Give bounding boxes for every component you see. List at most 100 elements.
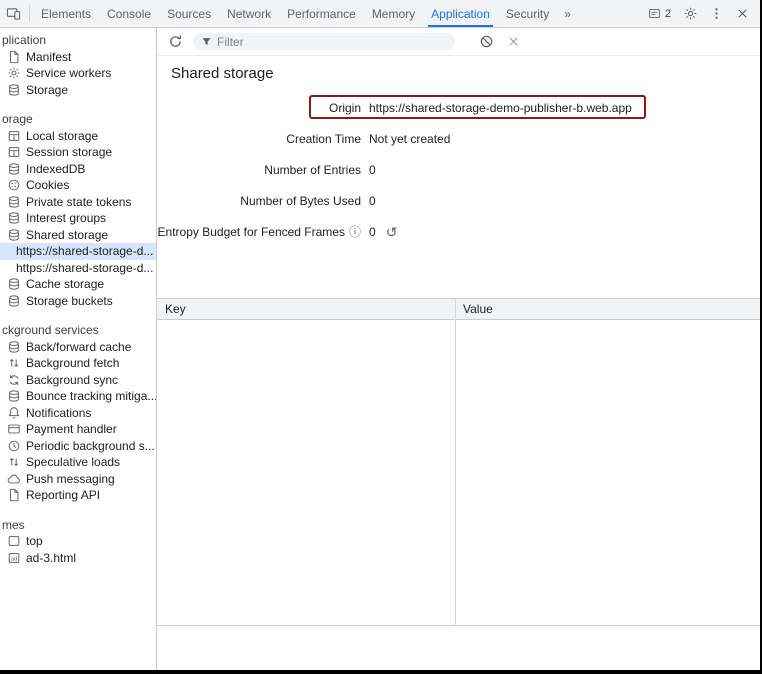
field-label: Creation Time [157,132,361,146]
info-icon[interactable]: ⓘ [349,226,361,238]
filter-input[interactable] [217,35,447,49]
sidebar-item-label: Speculative loads [26,455,120,469]
gear-icon [683,6,698,21]
sidebar-item-label: Shared storage [26,228,108,242]
sidebar-item-label: Manifest [26,50,71,64]
sidebar-item-https-shared-storage-d[interactable]: https://shared-storage-d... [0,260,156,277]
column-header-key[interactable]: Key [157,302,455,316]
devtools-tabbar: ElementsConsoleSourcesNetworkPerformance… [0,0,760,28]
tab-sources[interactable]: Sources [159,0,219,27]
sidebar-item-label: Cache storage [26,277,104,291]
field-value: 0 [369,194,760,208]
toolbar-separator [29,5,30,22]
speculative-loads-icon [7,455,21,469]
sidebar-item-ad-3-html[interactable]: adad-3.html [0,550,156,567]
sidebar-item-label: Reporting API [26,488,100,502]
field-row-origin: Originhttps://shared-storage-demo-publis… [157,92,760,123]
sidebar-item-speculative-loads[interactable]: Speculative loads [0,454,156,471]
sidebar-item-indexeddb[interactable]: IndexedDB [0,161,156,178]
tab-performance[interactable]: Performance [279,0,364,27]
column-header-value[interactable]: Value [455,302,760,316]
shared-storage-panel: Shared storage Originhttps://shared-stor… [157,28,760,670]
menu-button[interactable] [703,6,729,21]
page-title: Shared storage [171,65,274,82]
column-divider[interactable] [455,299,456,625]
clear-icon [506,34,521,49]
toggle-device-toolbar-button[interactable] [0,0,26,27]
sidebar-item-payment-handler[interactable]: Payment handler [0,421,156,438]
tab-network[interactable]: Network [219,0,279,27]
sync-icon [7,373,21,387]
database-icon [7,228,21,242]
sidebar-item-cookies[interactable]: Cookies [0,177,156,194]
database-icon [7,211,21,225]
cloud-icon [7,472,21,486]
sidebar-item-interest-groups[interactable]: Interest groups [0,210,156,227]
sidebar-item-label: Periodic background s... [26,439,155,453]
sidebar-item-label: Storage [26,83,68,97]
tab-memory[interactable]: Memory [364,0,423,27]
delete-all-button[interactable] [477,33,495,51]
sidebar-item-label: Interest groups [26,211,106,225]
sidebar-item-label: Background fetch [26,356,119,370]
tab-console[interactable]: Console [99,0,159,27]
clock-icon [7,439,21,453]
database-icon [7,195,21,209]
filter-funnel-icon [201,36,212,47]
more-tabs-button[interactable]: » [557,0,578,27]
field-row-number-of-entries: Number of Entries0 [157,154,760,185]
field-row-number-of-bytes-used: Number of Bytes Used0 [157,185,760,216]
database-icon [7,162,21,176]
sidebar-item-label: Private state tokens [26,195,131,209]
tab-application[interactable]: Application [423,0,498,27]
sidebar-section-header: ckground services [0,322,156,339]
sidebar-item-label: Storage buckets [26,294,113,308]
settings-button[interactable] [677,6,703,21]
sidebar-item-local-storage[interactable]: Local storage [0,128,156,145]
sidebar-item-background-fetch[interactable]: Background fetch [0,355,156,372]
database-icon [7,294,21,308]
sidebar-item-background-sync[interactable]: Background sync [0,372,156,389]
close-devtools-button[interactable] [729,6,755,21]
shared-storage-toolbar [157,28,760,56]
console-messages-icon [648,7,661,20]
sidebar-item-periodic-background-s[interactable]: Periodic background s... [0,438,156,455]
tab-elements[interactable]: Elements [33,0,99,27]
sidebar-item-private-state-tokens[interactable]: Private state tokens [0,194,156,211]
application-sidebar: plicationManifestService workersStorageo… [0,28,157,670]
sidebar-item-storage-buckets[interactable]: Storage buckets [0,293,156,310]
clear-button[interactable] [504,33,522,51]
filter-box[interactable] [193,33,455,50]
sidebar-item-label: https://shared-storage-d... [16,244,153,258]
sidebar-item-https-shared-storage-d[interactable]: https://shared-storage-d... [0,243,156,260]
field-value: https://shared-storage-demo-publisher-b.… [369,101,760,115]
sidebar-item-bounce-tracking-mitiga[interactable]: Bounce tracking mitiga... [0,388,156,405]
sidebar-item-service-workers[interactable]: Service workers [0,65,156,82]
sidebar-item-storage[interactable]: Storage [0,82,156,99]
devtools-window: ElementsConsoleSourcesNetworkPerformance… [0,0,762,674]
sidebar-item-label: Payment handler [26,422,117,436]
kebab-menu-icon [709,6,724,21]
sidebar-item-manifest[interactable]: Manifest [0,49,156,66]
sidebar-item-shared-storage[interactable]: Shared storage [0,227,156,244]
database-icon [7,83,21,97]
sidebar-item-session-storage[interactable]: Session storage [0,144,156,161]
reset-budget-button[interactable]: ↺ [386,225,398,239]
field-label: Entropy Budget for Fenced Framesⓘ [157,225,361,239]
entries-table-header: Key Value [157,299,760,320]
sidebar-item-notifications[interactable]: Notifications [0,405,156,422]
sidebar-item-label: Local storage [26,129,98,143]
sidebar-item-back-forward-cache[interactable]: Back/forward cache [0,339,156,356]
field-row-entropy-budget-for-fenced-frames: Entropy Budget for Fenced Framesⓘ0↺ [157,216,760,247]
sidebar-section-header: mes [0,517,156,534]
sidebar-item-reporting-api[interactable]: Reporting API [0,487,156,504]
sidebar-item-cache-storage[interactable]: Cache storage [0,276,156,293]
tab-security[interactable]: Security [498,0,557,27]
shared-storage-content: Shared storage Originhttps://shared-stor… [157,56,760,670]
sidebar-item-top[interactable]: top [0,533,156,550]
database-icon [7,340,21,354]
console-messages-indicator[interactable]: 2 [642,7,677,20]
sidebar-item-push-messaging[interactable]: Push messaging [0,471,156,488]
table-icon [7,129,21,143]
refresh-button[interactable] [166,33,184,51]
